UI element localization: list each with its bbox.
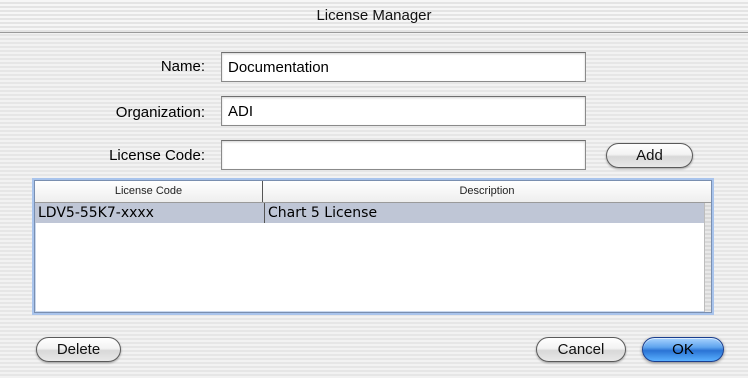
cancel-button[interactable]: Cancel: [536, 337, 626, 362]
organization-label: Organization:: [115, 104, 205, 121]
vertical-scrollbar[interactable]: [704, 203, 711, 312]
column-header-license-code[interactable]: License Code: [35, 181, 263, 202]
title-bar: License Manager: [0, 0, 748, 33]
add-button[interactable]: Add: [606, 143, 693, 168]
ok-button[interactable]: OK: [642, 337, 724, 362]
license-code-cell: LDV5-55K7-xxxx: [38, 205, 154, 221]
name-label: Name:: [160, 58, 205, 75]
window-title: License Manager: [316, 7, 432, 24]
organization-field[interactable]: [221, 96, 586, 126]
table-row[interactable]: LDV5-55K7-xxxx Chart 5 License: [35, 203, 707, 223]
license-code-field[interactable]: [221, 140, 586, 170]
license-table[interactable]: License Code Description LDV5-55K7-xxxx …: [34, 180, 712, 313]
name-field[interactable]: [221, 52, 586, 82]
description-cell: Chart 5 License: [264, 203, 704, 223]
delete-button[interactable]: Delete: [36, 337, 121, 362]
column-header-description[interactable]: Description: [263, 181, 711, 202]
license-code-label: License Code:: [109, 147, 205, 164]
table-header: License Code Description: [35, 181, 711, 203]
